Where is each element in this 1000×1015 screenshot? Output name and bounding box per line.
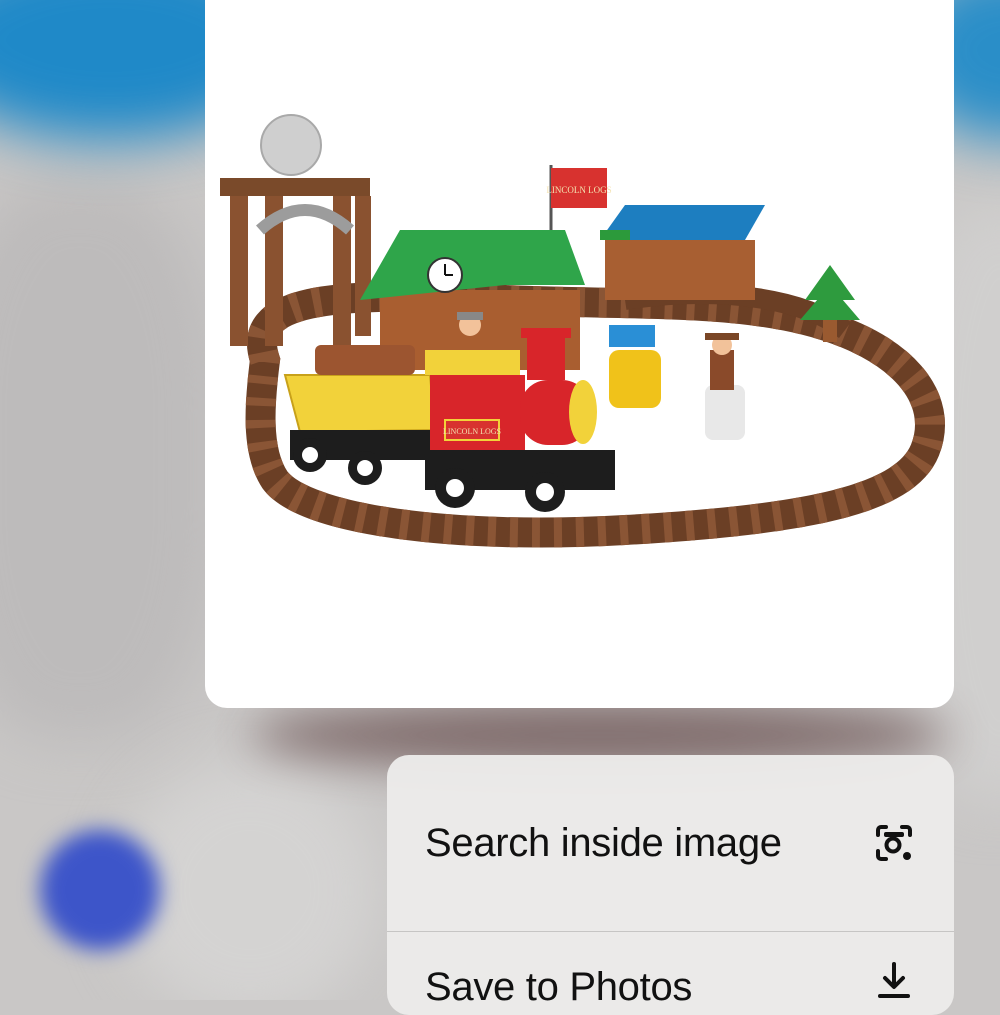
lens-search-icon [872, 821, 916, 865]
flag-text: LINCOLN LOGS [546, 185, 611, 195]
log-cabin [600, 205, 765, 300]
cowboy-on-horse [705, 333, 745, 440]
blurred-avatar [40, 830, 160, 950]
menu-item-label: Save to Photos [425, 965, 693, 1009]
train-station: LINCOLN LOGS [360, 165, 612, 370]
menu-item-label: Search inside image [425, 821, 782, 865]
water-trough [609, 325, 655, 347]
menu-item-search-inside-image[interactable]: Search inside image [387, 755, 954, 932]
download-icon [872, 958, 916, 1002]
menu-item-save-to-photos[interactable]: Save to Photos [387, 932, 954, 1015]
barrel [609, 350, 661, 408]
engine-plate-text: LINCOLN LOGS [443, 427, 501, 436]
context-menu: Search inside image Save to Photos [387, 755, 954, 1015]
image-preview[interactable]: LINCOLN LOGS LINCOLN LOGS [205, 0, 954, 708]
toy-train-set-image: LINCOLN LOGS LINCOLN LOGS [220, 114, 945, 548]
